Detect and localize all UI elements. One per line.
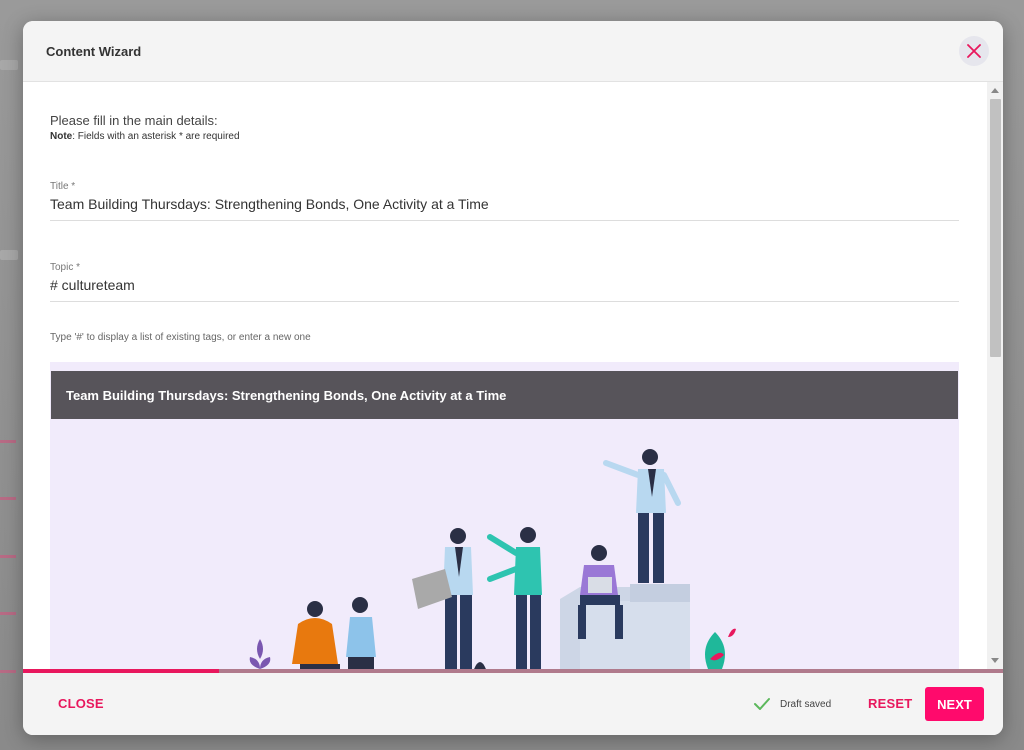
content-preview: Team Building Thursdays: Strengthening B… [50, 362, 959, 669]
backdrop-element [0, 440, 16, 443]
backdrop-element [0, 612, 16, 615]
backdrop-element [0, 250, 18, 260]
reset-button[interactable]: RESET [868, 696, 912, 711]
title-label: Title * [50, 181, 76, 192]
content-wizard-modal: Content Wizard Please fill in the main d… [23, 21, 1003, 735]
backdrop-element [0, 497, 16, 500]
topic-hint: Type '#' to display a list of existing t… [50, 332, 311, 343]
modal-header: Content Wizard [23, 21, 1003, 82]
backdrop-element [0, 670, 16, 673]
scroll-thumb[interactable] [990, 99, 1001, 357]
team-illustration [249, 449, 736, 669]
title-field[interactable]: Title * Team Building Thursdays: Strengt… [50, 181, 959, 221]
check-icon [754, 698, 770, 710]
scroll-up-arrow[interactable] [991, 88, 999, 93]
instruction-text: Please fill in the main details: [50, 113, 218, 128]
next-button[interactable]: NEXT [925, 687, 984, 721]
backdrop-element [0, 60, 18, 70]
note-label: Note [50, 131, 73, 142]
vertical-scrollbar[interactable] [987, 82, 1003, 669]
preview-title: Team Building Thursdays: Strengthening B… [66, 388, 507, 403]
draft-status: Draft saved [753, 697, 831, 711]
topic-input[interactable]: # cultureteam [50, 277, 959, 302]
backdrop-element [0, 555, 16, 558]
preview-header: Team Building Thursdays: Strengthening B… [51, 371, 958, 419]
form-intro: Please fill in the main details: Note: F… [50, 113, 240, 142]
scroll-down-arrow[interactable] [991, 658, 999, 663]
note-text: : Fields with an asterisk * are required [72, 131, 240, 142]
modal-body: Please fill in the main details: Note: F… [23, 82, 1003, 669]
close-button[interactable]: CLOSE [58, 696, 104, 711]
close-modal-button[interactable] [959, 36, 989, 66]
topic-field[interactable]: Topic * # cultureteam [50, 262, 959, 302]
close-icon [967, 44, 981, 58]
topic-label: Topic * [50, 262, 81, 273]
modal-footer: CLOSE Draft saved RESET NEXT [23, 673, 1003, 735]
required-note: Note: Fields with an asterisk * are requ… [50, 131, 240, 142]
draft-status-text: Draft saved [780, 698, 832, 710]
modal-title: Content Wizard [46, 44, 142, 59]
title-input[interactable]: Team Building Thursdays: Strengthening B… [50, 196, 959, 221]
